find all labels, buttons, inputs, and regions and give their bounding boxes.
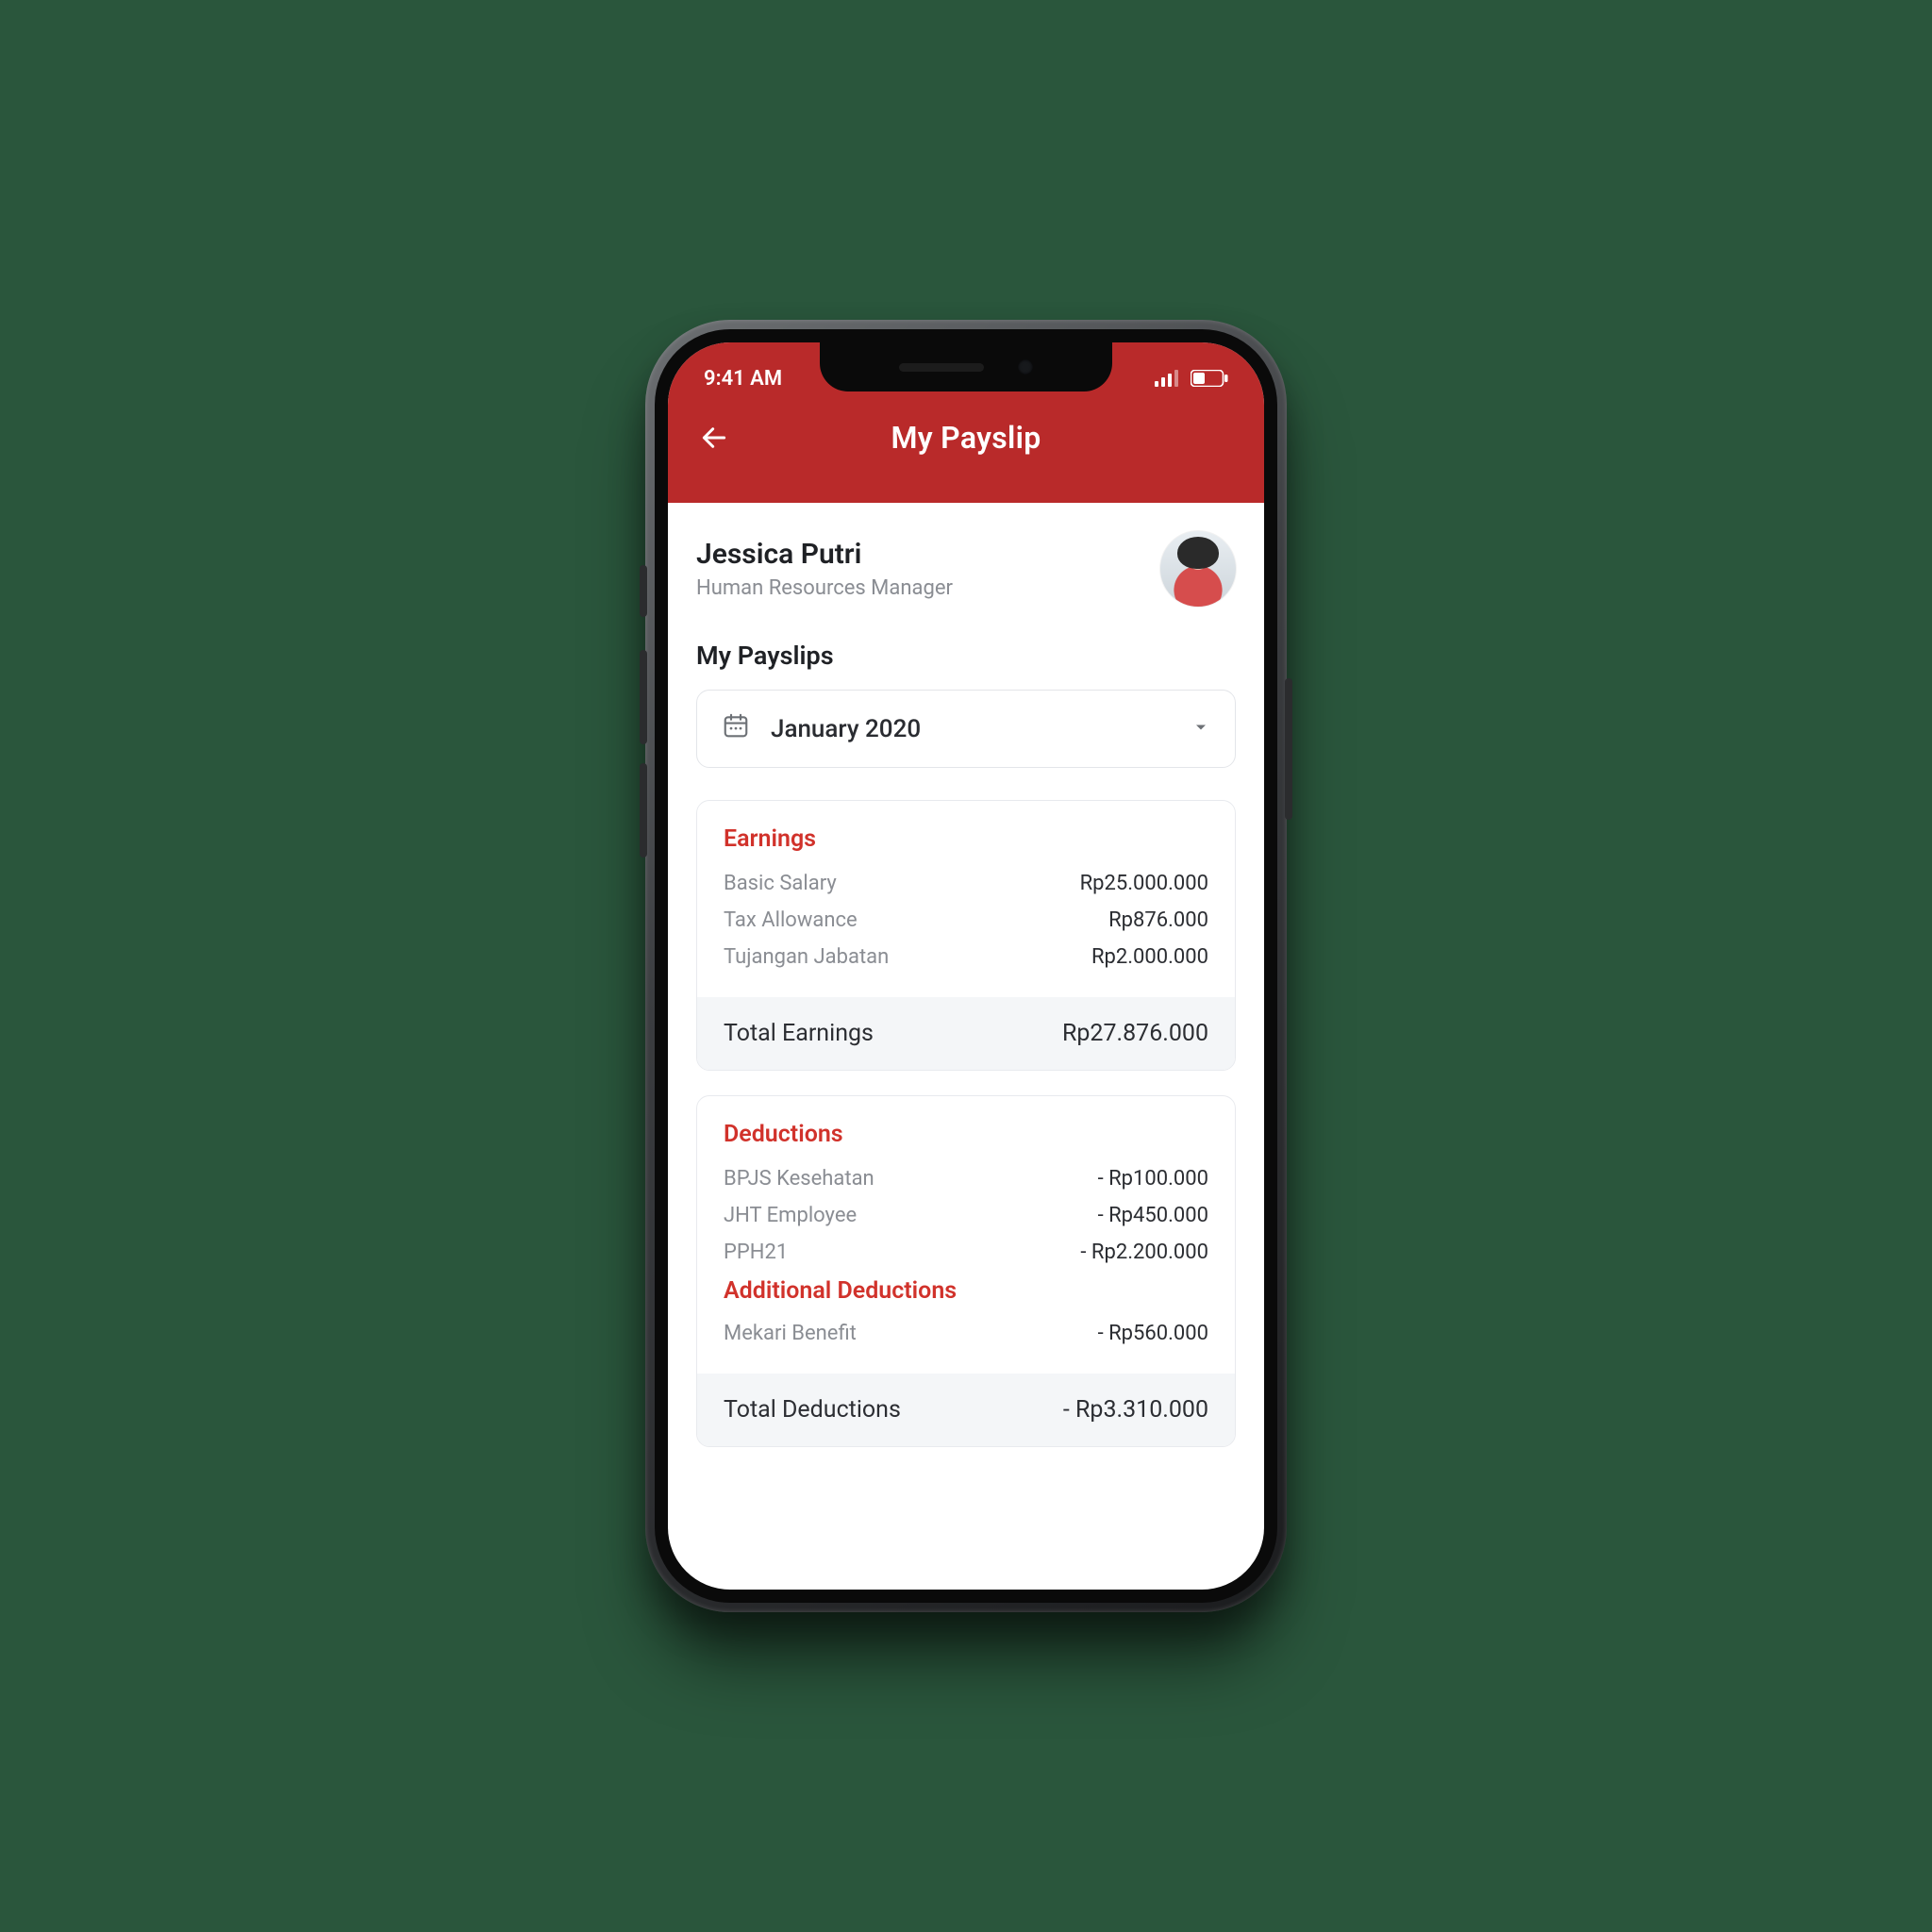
chevron-down-icon <box>1191 715 1210 743</box>
phone-side-button <box>640 565 647 617</box>
screen: 9:41 AM <box>668 342 1264 1590</box>
status-time: 9:41 AM <box>704 367 782 391</box>
phone-side-button <box>640 650 647 744</box>
deductions-row: JHT Employee - Rp450.000 <box>724 1204 1208 1227</box>
deductions-heading: Deductions <box>724 1121 1208 1148</box>
profile-section: Jessica Putri Human Resources Manager <box>696 531 1236 607</box>
earnings-row: Tax Allowance Rp876.000 <box>724 908 1208 932</box>
phone-side-button <box>640 763 647 858</box>
earnings-heading: Earnings <box>724 825 1208 853</box>
total-label: Total Deductions <box>724 1396 901 1424</box>
row-value: Rp2.000.000 <box>1091 945 1208 969</box>
row-label: Basic Salary <box>724 872 837 895</box>
total-value: - Rp3.310.000 <box>1063 1396 1208 1424</box>
row-label: JHT Employee <box>724 1204 857 1227</box>
phone-notch <box>820 342 1112 391</box>
row-value: - Rp100.000 <box>1098 1167 1208 1191</box>
earnings-row: Basic Salary Rp25.000.000 <box>724 872 1208 895</box>
profile-role: Human Resources Manager <box>696 576 953 600</box>
deductions-row: BPJS Kesehatan - Rp100.000 <box>724 1167 1208 1191</box>
phone-frame: 9:41 AM <box>645 320 1287 1612</box>
profile-name: Jessica Putri <box>696 538 953 571</box>
deductions-card: Deductions BPJS Kesehatan - Rp100.000 JH… <box>696 1095 1236 1447</box>
total-label: Total Earnings <box>724 1020 874 1047</box>
row-value: - Rp450.000 <box>1098 1204 1208 1227</box>
additional-deductions-heading: Additional Deductions <box>724 1277 1208 1305</box>
total-value: Rp27.876.000 <box>1062 1020 1208 1047</box>
signal-icon <box>1155 370 1181 387</box>
row-label: PPH21 <box>724 1241 788 1264</box>
section-title: My Payslips <box>696 641 1236 671</box>
row-label: Mekari Benefit <box>724 1322 857 1345</box>
row-value: - Rp560.000 <box>1098 1322 1208 1345</box>
page-title: My Payslip <box>668 420 1264 456</box>
period-select[interactable]: January 2020 <box>696 690 1236 768</box>
earnings-card: Earnings Basic Salary Rp25.000.000 Tax A… <box>696 800 1236 1071</box>
row-label: Tax Allowance <box>724 908 858 932</box>
earnings-total: Total Earnings Rp27.876.000 <box>697 997 1235 1070</box>
row-value: Rp25.000.000 <box>1080 872 1208 895</box>
row-label: Tujangan Jabatan <box>724 945 889 969</box>
phone-side-button <box>1285 678 1292 820</box>
earnings-row: Tujangan Jabatan Rp2.000.000 <box>724 945 1208 969</box>
row-value: Rp876.000 <box>1108 908 1208 932</box>
row-label: BPJS Kesehatan <box>724 1167 874 1191</box>
period-label: January 2020 <box>771 715 1171 743</box>
arrow-left-icon <box>699 423 729 453</box>
content: Jessica Putri Human Resources Manager My… <box>668 503 1264 1447</box>
battery-icon <box>1191 370 1228 387</box>
avatar[interactable] <box>1160 531 1236 607</box>
calendar-icon <box>722 711 750 746</box>
deductions-row: PPH21 - Rp2.200.000 <box>724 1241 1208 1264</box>
back-button[interactable] <box>692 416 736 459</box>
row-value: - Rp2.200.000 <box>1080 1241 1208 1264</box>
deductions-total: Total Deductions - Rp3.310.000 <box>697 1374 1235 1446</box>
deductions-row: Mekari Benefit - Rp560.000 <box>724 1322 1208 1345</box>
